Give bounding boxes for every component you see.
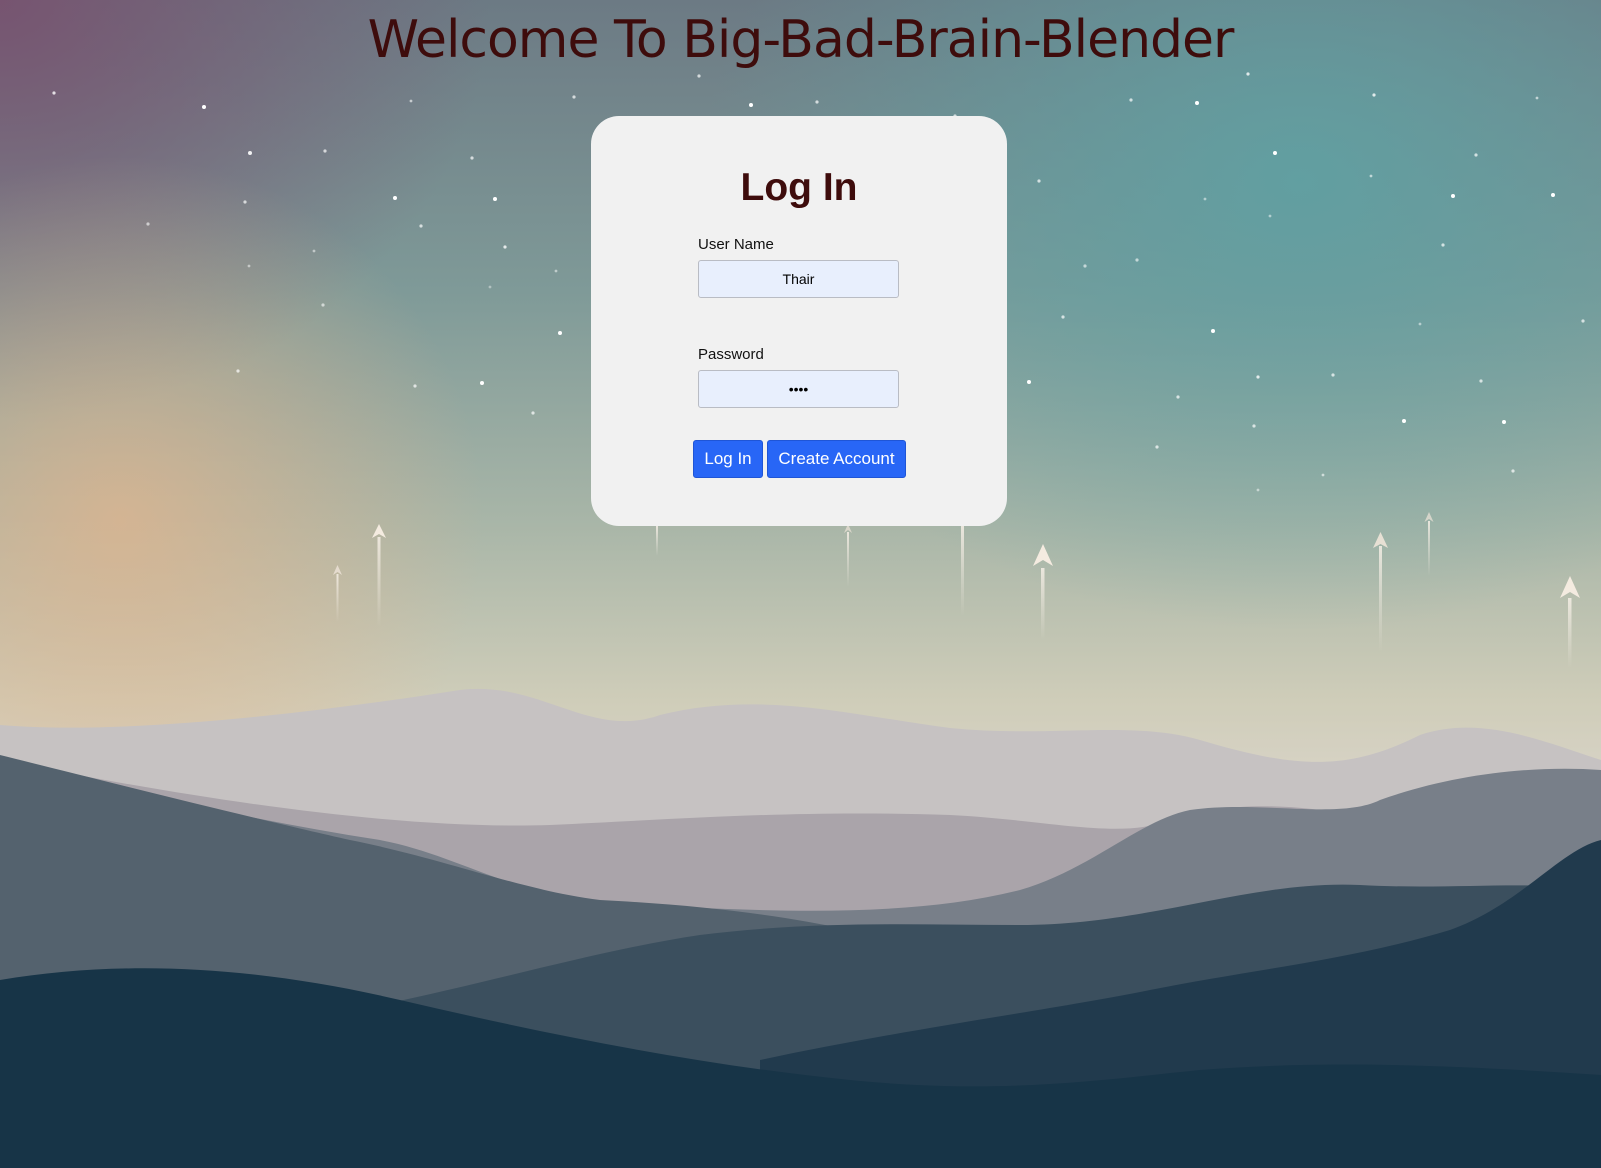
login-button[interactable]: Log In bbox=[693, 440, 763, 478]
page-title: Welcome To Big-Bad-Brain-Blender bbox=[367, 10, 1235, 70]
password-input[interactable] bbox=[698, 370, 899, 408]
rising-rockets bbox=[333, 512, 1580, 668]
create-account-button[interactable]: Create Account bbox=[767, 440, 906, 478]
login-heading: Log In bbox=[740, 166, 858, 209]
password-label: Password bbox=[698, 346, 764, 363]
username-input[interactable] bbox=[698, 260, 899, 298]
username-label: User Name bbox=[698, 236, 774, 253]
mountain-layers bbox=[0, 688, 1601, 1168]
login-card: Log In User Name Password Log In Create … bbox=[591, 116, 1007, 526]
login-page: Welcome To Big-Bad-Brain-Blender Log In … bbox=[0, 0, 1601, 1168]
